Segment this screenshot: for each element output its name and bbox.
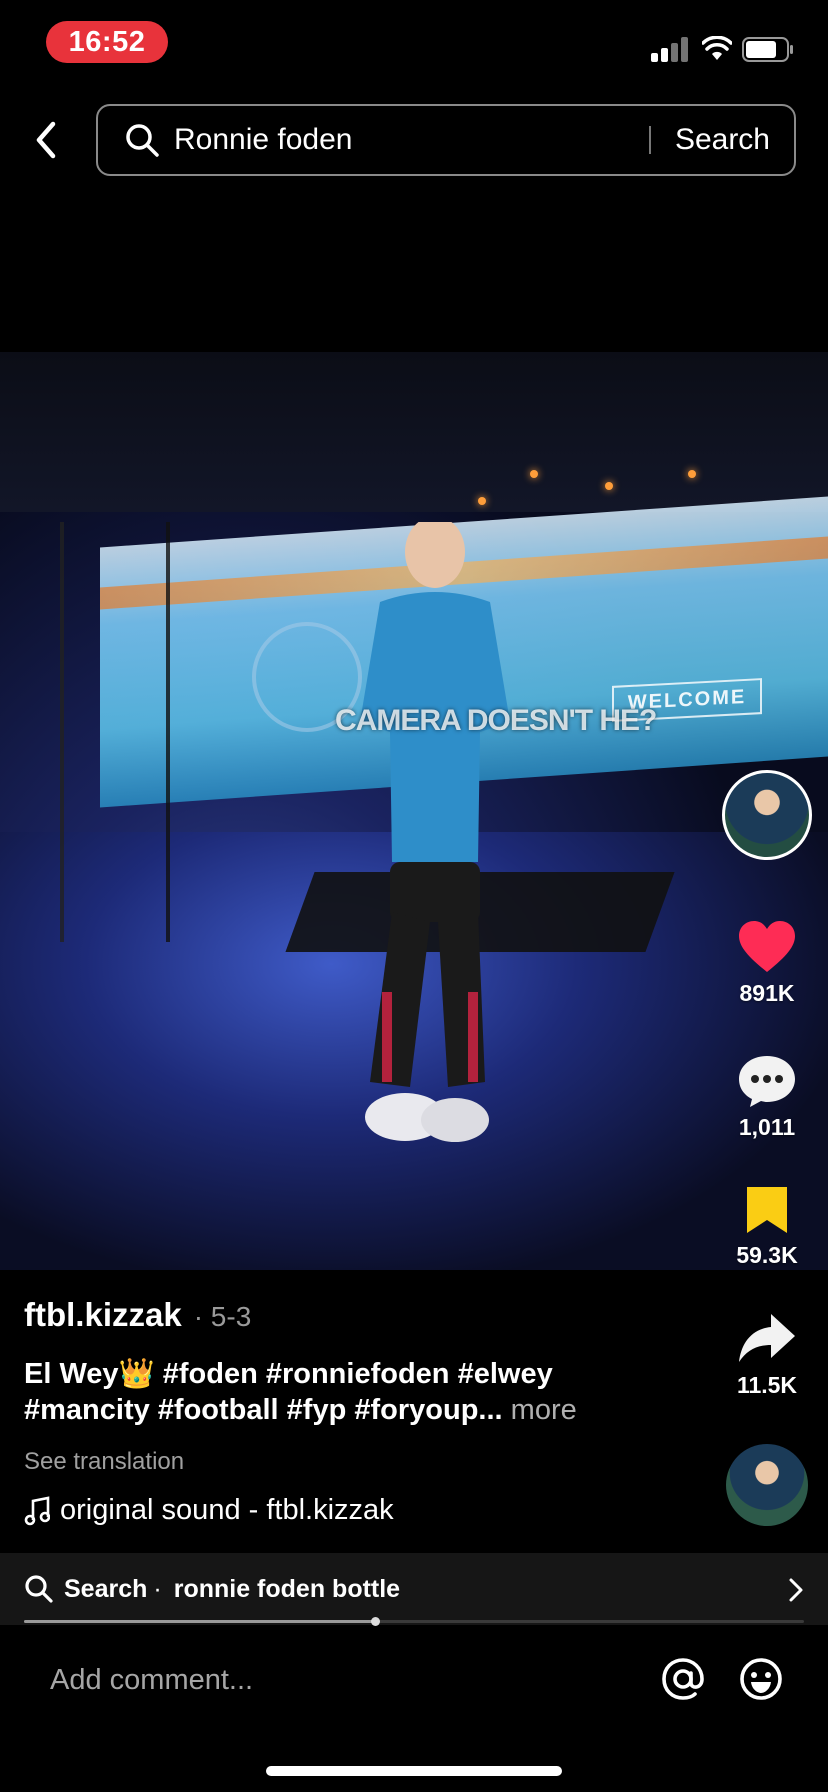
username[interactable]: ftbl.kizzak xyxy=(24,1296,182,1334)
related-search-label: Search xyxy=(64,1574,148,1603)
back-chevron-icon xyxy=(36,121,56,159)
camera-rig xyxy=(60,522,170,942)
more-link[interactable]: more xyxy=(511,1394,577,1426)
studio-ceiling xyxy=(0,352,828,512)
share-arrow-icon xyxy=(739,1314,795,1362)
search-input[interactable]: Ronnie foden xyxy=(174,123,649,157)
creator-avatar[interactable] xyxy=(722,770,812,860)
post-description[interactable]: El Wey👑 #foden #ronniefoden #elwey #manc… xyxy=(24,1356,704,1428)
back-button[interactable] xyxy=(26,118,66,162)
search-button[interactable]: Search xyxy=(675,123,770,157)
description-line-1: El Wey👑 #foden #ronniefoden #elwey xyxy=(24,1358,553,1390)
share-count: 11.5K xyxy=(736,1372,798,1398)
like-count: 891K xyxy=(739,980,795,1006)
video-progress-handle[interactable] xyxy=(371,1617,380,1626)
status-bar: 16:52 xyxy=(0,0,828,86)
related-search-term: ronnie foden bottle xyxy=(173,1574,401,1603)
related-search-bar[interactable]: Search · ronnie foden bottle xyxy=(0,1553,828,1625)
search-bar[interactable]: Ronnie foden Search xyxy=(96,104,796,176)
wifi-icon xyxy=(702,36,732,60)
status-time: 16:52 xyxy=(46,21,168,63)
see-translation-link[interactable]: See translation xyxy=(24,1448,184,1476)
video-caption-overlay: CAMERA DOESN'T HE? xyxy=(335,704,657,737)
video-progress-bar[interactable] xyxy=(24,1617,804,1626)
at-icon[interactable] xyxy=(660,1656,706,1702)
home-indicator[interactable] xyxy=(266,1766,562,1776)
video-player[interactable]: WELCOME CAMERA DOESN'T HE? xyxy=(0,352,828,1270)
description-line-2: #mancity #football #fyp #foryoup... more xyxy=(24,1392,704,1428)
comment-bar: Add comment... xyxy=(0,1626,828,1738)
search-icon xyxy=(126,124,159,157)
like-button[interactable]: 891K xyxy=(717,920,817,1007)
search-icon xyxy=(25,1575,53,1603)
video-progress-fill xyxy=(24,1620,375,1623)
emoji-icon[interactable] xyxy=(738,1656,784,1702)
search-divider xyxy=(648,126,651,154)
related-search-separator: · xyxy=(153,1574,162,1603)
save-count: 59.3K xyxy=(736,1242,798,1268)
sound-name: original sound - ftbl.kizzak xyxy=(60,1494,394,1526)
comment-button[interactable]: 1,011 xyxy=(717,1054,817,1141)
bookmark-icon xyxy=(747,1187,787,1233)
battery-icon xyxy=(742,37,793,62)
sound-row[interactable]: original sound - ftbl.kizzak xyxy=(24,1494,394,1527)
post-meta: ftbl.kizzak · 5-3 xyxy=(24,1296,251,1334)
person-figure xyxy=(360,522,510,1142)
share-button[interactable]: 11.5K xyxy=(717,1312,817,1399)
post-date: · 5-3 xyxy=(193,1301,252,1332)
chevron-right-icon xyxy=(789,1578,803,1602)
comment-count: 1,011 xyxy=(738,1114,796,1140)
comment-bubble-icon xyxy=(739,1056,795,1107)
signal-icon xyxy=(651,36,691,62)
music-note-icon xyxy=(24,1495,50,1525)
heart-icon xyxy=(739,921,795,972)
music-disc[interactable] xyxy=(726,1444,808,1526)
description-line-2-text: #mancity #football #fyp #foryoup... xyxy=(24,1394,503,1426)
comment-input[interactable]: Add comment... xyxy=(50,1664,253,1697)
save-button[interactable]: 59.3K xyxy=(717,1184,817,1269)
